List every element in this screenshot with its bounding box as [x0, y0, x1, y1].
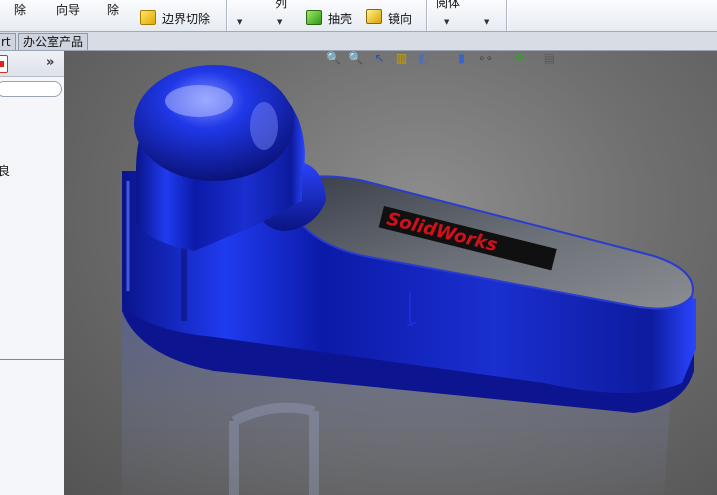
feature-tree-tab-icon[interactable]	[0, 55, 8, 73]
edit-appearance-icon[interactable]: ✤	[512, 51, 527, 65]
zoom-area-icon[interactable]: 🔍	[348, 51, 363, 65]
tree-item-label: 良	[0, 164, 11, 178]
mirror-icon	[366, 9, 382, 24]
dropdown-arrow-icon[interactable]: ▼	[237, 18, 242, 26]
dropdown-arrow-icon[interactable]: ▼	[444, 18, 449, 26]
graphics-viewport[interactable]: SolidWorks 🔍 🔍 ↖ ▥ ◧ ▮ ∘∘ ✤ ▤	[64, 51, 717, 495]
section-view-icon[interactable]: ▥	[394, 51, 409, 65]
solid-button[interactable]: 阅体	[436, 0, 460, 11]
filter-input[interactable]	[0, 81, 62, 97]
ribbon-separator	[426, 0, 427, 31]
dropdown-arrow-icon[interactable]: ▼	[484, 18, 489, 26]
dropdown-arrow-icon[interactable]: ▼	[277, 18, 282, 26]
boundary-cut-icon	[140, 10, 156, 25]
command-ribbon: ━ ┘ 除 向导 除 边界切除 ▼ 列 ▼ 抽壳 镜向 阅体 ▼ ▼	[0, 0, 717, 32]
view-orientation-icon[interactable]: ◧	[416, 51, 431, 65]
tab-partial[interactable]: rt	[0, 33, 16, 50]
shell-button[interactable]: 抽壳	[328, 10, 352, 27]
mirror-button[interactable]: 镜向	[388, 10, 412, 27]
hide-show-icon[interactable]: ∘∘	[478, 51, 493, 65]
shell-icon	[306, 10, 322, 25]
display-style-icon[interactable]: ▮	[454, 51, 469, 65]
view-settings-icon[interactable]: ▤	[542, 51, 557, 65]
hole-wizard-button[interactable]: 向导	[56, 1, 80, 18]
zoom-to-fit-icon[interactable]: 🔍	[326, 51, 341, 65]
ribbon-separator	[506, 0, 507, 31]
delete-face-button[interactable]: 除	[107, 1, 119, 18]
ribbon-separator	[226, 0, 227, 31]
previous-view-icon[interactable]: ↖	[372, 51, 387, 65]
feature-manager-panel: » 良	[0, 51, 64, 495]
panel-header: »	[0, 51, 64, 77]
boundary-cut-button[interactable]: 边界切除	[162, 10, 210, 27]
delete-button[interactable]: 除	[14, 1, 26, 18]
linear-pattern-button[interactable]: 列	[275, 0, 287, 11]
expand-chevron-icon[interactable]: »	[46, 55, 54, 70]
model-render: SolidWorks	[122, 65, 696, 495]
panel-divider	[0, 359, 64, 360]
command-manager-tabs: rt 办公室产品	[0, 32, 717, 51]
tab-office-products[interactable]: 办公室产品	[18, 33, 89, 50]
